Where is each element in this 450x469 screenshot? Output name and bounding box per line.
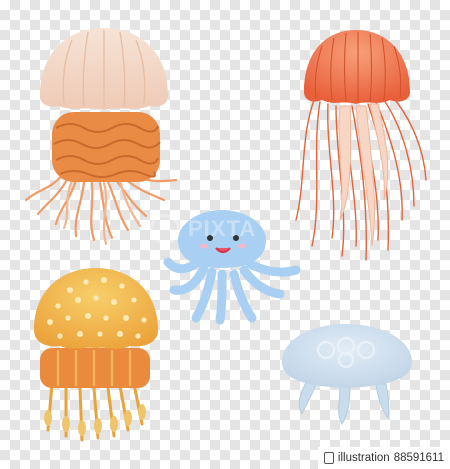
blue-cute-jellyfish-tentacles	[163, 257, 301, 325]
pixta-logo-icon	[323, 452, 334, 464]
credit-id: 88591611	[393, 452, 444, 464]
pale-blue-moon-jellyfish-bell	[282, 324, 412, 388]
pale-blue-moon-jellyfish	[282, 324, 412, 425]
pale-blue-moon-jellyfish-tentacles	[298, 381, 390, 425]
watermark-text: PIXTA	[188, 216, 257, 241]
red-orange-jellyfish-bell	[304, 30, 410, 104]
watermark-logo-icon	[150, 214, 180, 244]
red-orange-jellyfish-oral-arms	[338, 103, 389, 247]
smile-icon	[215, 247, 231, 254]
image-credit: illustration 88591611	[317, 447, 450, 469]
credit-prefix: illustration	[337, 452, 390, 464]
pixta-watermark: PIXTA	[150, 212, 340, 246]
yellow-spotted-jellyfish	[34, 268, 158, 442]
